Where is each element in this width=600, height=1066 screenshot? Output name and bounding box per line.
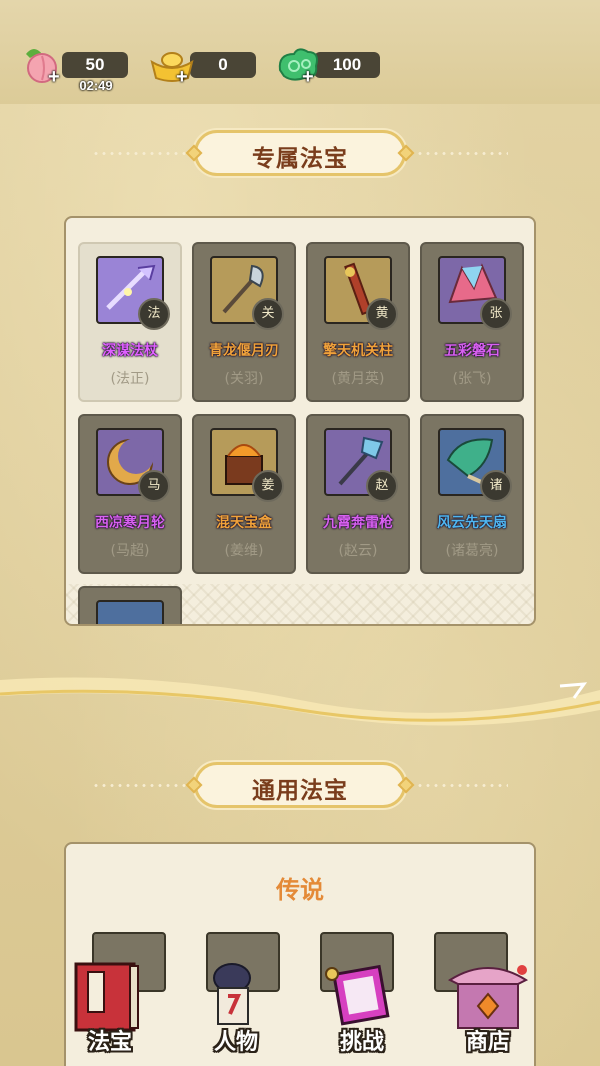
treasure-name: 青龙偃月刃	[209, 343, 279, 359]
exclusive-section-title: 专属法宝	[252, 146, 348, 172]
treasure-card[interactable]: 张 五彩磐石 (张飞)	[420, 242, 524, 402]
decor-dots-left	[92, 784, 192, 787]
treasure-card[interactable]: 黄 擎天机关柱 (黄月英)	[306, 242, 410, 402]
treasure-owner: (黄月英)	[331, 371, 385, 387]
treasure-icon	[96, 600, 164, 624]
hero-badge: 赵	[366, 470, 398, 502]
hero-badge: 姜	[252, 470, 284, 502]
golden-wave-decoration	[0, 677, 600, 726]
treasure-name: 九霄奔雷枪	[323, 515, 393, 531]
treasure-card[interactable]: 诸 风云先天扇 (诸葛亮)	[420, 414, 524, 574]
hero-badge: 法	[138, 298, 170, 330]
jade-value: 100	[314, 52, 380, 78]
nav-shop[interactable]: 商店	[438, 956, 538, 1066]
nav-character[interactable]: 人物	[186, 956, 286, 1066]
treasure-owner: (张飞)	[452, 371, 492, 387]
gold-value: 0	[190, 52, 256, 78]
treasure-owner: (法正)	[110, 371, 150, 387]
nav-label: 法宝	[87, 1030, 132, 1055]
treasure-owner: (马超)	[110, 543, 150, 559]
treasure-name: 五彩磐石	[444, 343, 500, 359]
treasure-name: 深谋法杖	[102, 343, 158, 359]
general-section-title: 通用法宝	[252, 778, 348, 804]
treasure-name: 擎天机关柱	[323, 343, 393, 359]
jade-cloud-icon	[278, 48, 318, 81]
tier-label: 传说	[276, 876, 324, 904]
treasure-card[interactable]: 姜 混天宝盒 (姜维)	[192, 414, 296, 574]
treasure-owner: (关羽)	[224, 371, 264, 387]
treasure-owner: (诸葛亮)	[445, 543, 499, 559]
bottom-nav: 法宝 人物 挑战 商店	[0, 956, 600, 1066]
nav-label: 人物	[213, 1030, 258, 1055]
hero-badge: 关	[252, 298, 284, 330]
treasure-name: 风云先天扇	[437, 515, 507, 531]
hero-badge: 诸	[480, 470, 512, 502]
nav-treasure[interactable]: 法宝	[60, 956, 160, 1066]
add-jade-button[interactable]: +	[302, 66, 314, 89]
treasure-card[interactable]: 马 西凉寒月轮 (马超)	[78, 414, 182, 574]
treasure-card[interactable]: 赵 九霄奔雷枪 (赵云)	[306, 414, 410, 574]
nav-label: 商店	[465, 1030, 510, 1055]
stamina-timer: 02:49	[79, 78, 113, 93]
treasure-name: 混天宝盒	[216, 515, 272, 531]
exclusive-section-header: 专属法宝	[185, 130, 415, 176]
hero-badge: 张	[480, 298, 512, 330]
treasure-card[interactable]	[78, 586, 182, 624]
treasure-name: 西凉寒月轮	[95, 515, 165, 531]
hero-badge: 马	[138, 470, 170, 502]
nav-label: 挑战	[339, 1030, 384, 1055]
stamina-value: 50	[62, 52, 128, 78]
gold-ingot-icon	[150, 52, 194, 82]
add-gold-button[interactable]: +	[176, 66, 188, 89]
general-section-header: 通用法宝	[185, 762, 415, 808]
treasure-owner: (赵云)	[338, 543, 378, 559]
treasure-owner: (姜维)	[224, 543, 264, 559]
exclusive-items-panel[interactable]: 法 深谋法杖 (法正) 关 青龙偃月刃 (关羽) 黄 擎天机关柱 (黄月英) 张…	[64, 216, 536, 626]
decor-dots-left	[92, 152, 192, 155]
treasure-card[interactable]: 法 深谋法杖 (法正)	[78, 242, 182, 402]
add-stamina-button[interactable]: +	[48, 66, 60, 89]
decor-dots-right	[408, 152, 508, 155]
nav-challenge[interactable]: 挑战	[312, 956, 412, 1066]
treasure-card[interactable]: 关 青龙偃月刃 (关羽)	[192, 242, 296, 402]
hero-badge: 黄	[366, 298, 398, 330]
decor-dots-right	[408, 784, 508, 787]
